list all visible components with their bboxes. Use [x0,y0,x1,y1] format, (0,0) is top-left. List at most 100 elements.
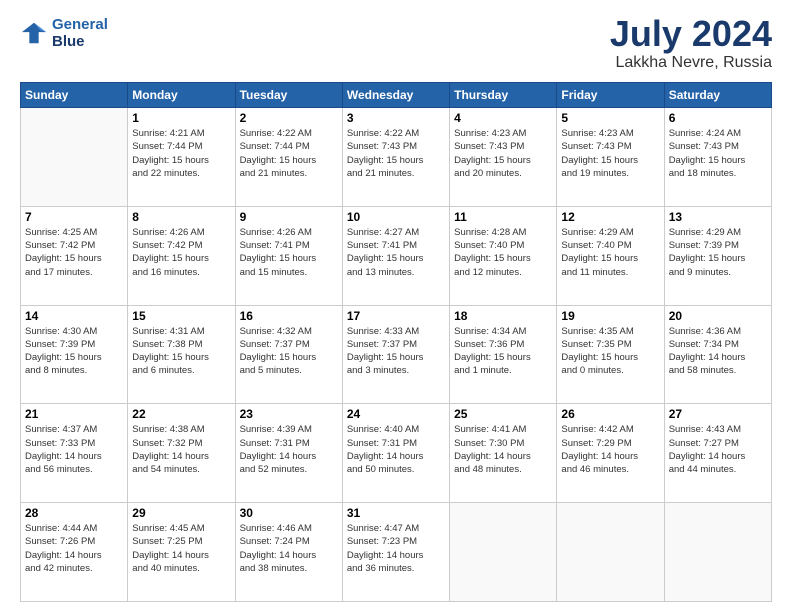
day-number: 1 [132,111,230,125]
table-row: 31Sunrise: 4:47 AM Sunset: 7:23 PM Dayli… [342,503,449,602]
table-row: 15 Sunrise: 4:31 AM Sunset: 7:38 PM Dayli… [128,305,235,404]
table-row: 30Sunrise: 4:46 AM Sunset: 7:24 PM Dayli… [235,503,342,602]
day-info: Sunrise: 4:23 AM Sunset: 7:43 PM Dayligh… [454,127,552,180]
day-number: 13 [669,210,767,224]
table-row [21,108,128,207]
table-row: 3 Sunrise: 4:22 AM Sunset: 7:43 PM Daylig… [342,108,449,207]
day-number: 21 [25,407,123,421]
day-number: 11 [454,210,552,224]
table-row: 29 Sunrise: 4:45 AM Sunset: 7:25 PM Dayli… [128,503,235,602]
day-number: 24 [347,407,445,421]
table-row: 27Sunrise: 4:43 AM Sunset: 7:27 PM Dayli… [664,404,771,503]
day-info: Sunrise: 4:25 AM Sunset: 7:42 PM Dayligh… [25,226,123,279]
table-row: 20Sunrise: 4:36 AM Sunset: 7:34 PM Dayli… [664,305,771,404]
day-number: 14 [25,309,123,323]
day-number: 15 [132,309,230,323]
day-info: Sunrise: 4:31 AM Sunset: 7:38 PM Dayligh… [132,325,230,378]
location-title: Lakkha Nevre, Russia [610,54,772,72]
table-row: 18 Sunrise: 4:34 AM Sunset: 7:36 PM Dayli… [450,305,557,404]
day-number: 12 [561,210,659,224]
day-info: Sunrise: 4:30 AM Sunset: 7:39 PM Dayligh… [25,325,123,378]
day-number: 22 [132,407,230,421]
logo-icon [20,19,48,47]
table-row: 5Sunrise: 4:23 AM Sunset: 7:43 PM Daylig… [557,108,664,207]
table-row: 28 Sunrise: 4:44 AM Sunset: 7:26 PM Dayli… [21,503,128,602]
day-number: 10 [347,210,445,224]
table-row: 11 Sunrise: 4:28 AM Sunset: 7:40 PM Dayli… [450,206,557,305]
day-info: Sunrise: 4:39 AM Sunset: 7:31 PM Dayligh… [240,423,338,476]
table-row: 13 Sunrise: 4:29 AM Sunset: 7:39 PM Dayli… [664,206,771,305]
header-wednesday: Wednesday [342,83,449,108]
day-info: Sunrise: 4:29 AM Sunset: 7:39 PM Dayligh… [669,226,767,279]
day-info: Sunrise: 4:33 AM Sunset: 7:37 PM Dayligh… [347,325,445,378]
day-info: Sunrise: 4:24 AM Sunset: 7:43 PM Dayligh… [669,127,767,180]
day-info: Sunrise: 4:37 AM Sunset: 7:33 PM Dayligh… [25,423,123,476]
day-number: 3 [347,111,445,125]
table-row: 23 Sunrise: 4:39 AM Sunset: 7:31 PM Dayli… [235,404,342,503]
table-row: 9 Sunrise: 4:26 AM Sunset: 7:41 PM Daylig… [235,206,342,305]
day-info: Sunrise: 4:22 AM Sunset: 7:44 PM Dayligh… [240,127,338,180]
day-info: Sunrise: 4:40 AM Sunset: 7:31 PM Dayligh… [347,423,445,476]
day-number: 6 [669,111,767,125]
calendar-week-row: 28 Sunrise: 4:44 AM Sunset: 7:26 PM Dayli… [21,503,772,602]
day-info: Sunrise: 4:26 AM Sunset: 7:42 PM Dayligh… [132,226,230,279]
day-info: Sunrise: 4:36 AM Sunset: 7:34 PM Dayligh… [669,325,767,378]
day-info: Sunrise: 4:38 AM Sunset: 7:32 PM Dayligh… [132,423,230,476]
header-tuesday: Tuesday [235,83,342,108]
day-info: Sunrise: 4:41 AM Sunset: 7:30 PM Dayligh… [454,423,552,476]
table-row: 16 Sunrise: 4:32 AM Sunset: 7:37 PM Dayli… [235,305,342,404]
table-row: 7Sunrise: 4:25 AM Sunset: 7:42 PM Daylig… [21,206,128,305]
day-number: 16 [240,309,338,323]
day-number: 9 [240,210,338,224]
day-number: 23 [240,407,338,421]
table-row: 4 Sunrise: 4:23 AM Sunset: 7:43 PM Daylig… [450,108,557,207]
table-row: 22 Sunrise: 4:38 AM Sunset: 7:32 PM Dayli… [128,404,235,503]
header-saturday: Saturday [664,83,771,108]
day-number: 27 [669,407,767,421]
day-number: 17 [347,309,445,323]
header-thursday: Thursday [450,83,557,108]
day-info: Sunrise: 4:21 AM Sunset: 7:44 PM Dayligh… [132,127,230,180]
month-title: July 2024 [610,16,772,52]
table-row: 21 Sunrise: 4:37 AM Sunset: 7:33 PM Dayli… [21,404,128,503]
calendar-week-row: 7Sunrise: 4:25 AM Sunset: 7:42 PM Daylig… [21,206,772,305]
table-row [450,503,557,602]
calendar-week-row: 14 Sunrise: 4:30 AM Sunset: 7:39 PM Dayli… [21,305,772,404]
day-info: Sunrise: 4:26 AM Sunset: 7:41 PM Dayligh… [240,226,338,279]
header-friday: Friday [557,83,664,108]
day-number: 2 [240,111,338,125]
day-info: Sunrise: 4:34 AM Sunset: 7:36 PM Dayligh… [454,325,552,378]
day-info: Sunrise: 4:32 AM Sunset: 7:37 PM Dayligh… [240,325,338,378]
table-row: 14 Sunrise: 4:30 AM Sunset: 7:39 PM Dayli… [21,305,128,404]
table-row: 17 Sunrise: 4:33 AM Sunset: 7:37 PM Dayli… [342,305,449,404]
logo: General Blue [20,16,108,51]
table-row: 6 Sunrise: 4:24 AM Sunset: 7:43 PM Daylig… [664,108,771,207]
logo-text: General Blue [52,16,108,51]
day-number: 4 [454,111,552,125]
table-row: 25 Sunrise: 4:41 AM Sunset: 7:30 PM Dayli… [450,404,557,503]
table-row: 12Sunrise: 4:29 AM Sunset: 7:40 PM Dayli… [557,206,664,305]
day-number: 25 [454,407,552,421]
day-info: Sunrise: 4:42 AM Sunset: 7:29 PM Dayligh… [561,423,659,476]
day-number: 29 [132,506,230,520]
table-row [557,503,664,602]
day-info: Sunrise: 4:45 AM Sunset: 7:25 PM Dayligh… [132,522,230,575]
day-info: Sunrise: 4:44 AM Sunset: 7:26 PM Dayligh… [25,522,123,575]
day-number: 19 [561,309,659,323]
header: General Blue July 2024 Lakkha Nevre, Rus… [20,16,772,72]
table-row: 26Sunrise: 4:42 AM Sunset: 7:29 PM Dayli… [557,404,664,503]
table-row: 24 Sunrise: 4:40 AM Sunset: 7:31 PM Dayli… [342,404,449,503]
day-info: Sunrise: 4:22 AM Sunset: 7:43 PM Dayligh… [347,127,445,180]
day-info: Sunrise: 4:35 AM Sunset: 7:35 PM Dayligh… [561,325,659,378]
day-number: 5 [561,111,659,125]
day-number: 18 [454,309,552,323]
day-number: 30 [240,506,338,520]
table-row: 1 Sunrise: 4:21 AM Sunset: 7:44 PM Daylig… [128,108,235,207]
day-info: Sunrise: 4:28 AM Sunset: 7:40 PM Dayligh… [454,226,552,279]
page: General Blue July 2024 Lakkha Nevre, Rus… [0,0,792,612]
day-info: Sunrise: 4:47 AM Sunset: 7:23 PM Dayligh… [347,522,445,575]
day-info: Sunrise: 4:27 AM Sunset: 7:41 PM Dayligh… [347,226,445,279]
day-number: 28 [25,506,123,520]
calendar-week-row: 21 Sunrise: 4:37 AM Sunset: 7:33 PM Dayli… [21,404,772,503]
header-monday: Monday [128,83,235,108]
